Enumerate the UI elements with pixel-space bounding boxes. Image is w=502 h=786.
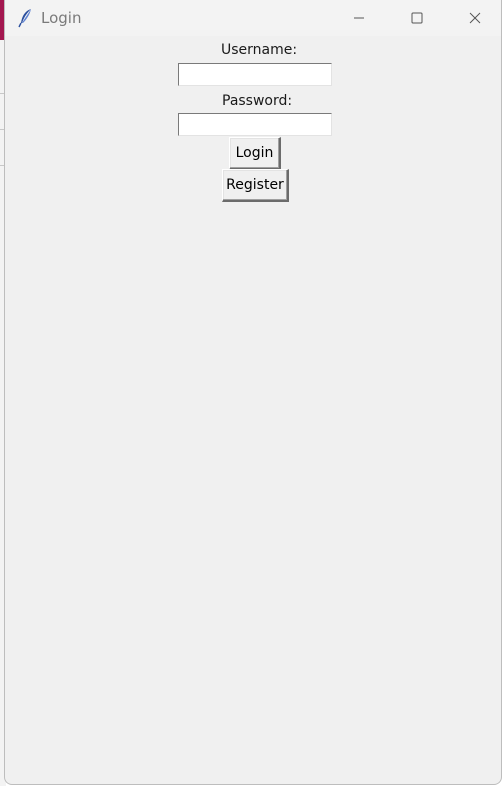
window-title: Login xyxy=(41,9,82,27)
feather-icon xyxy=(18,8,34,28)
password-input[interactable] xyxy=(178,113,332,136)
close-icon xyxy=(469,12,481,24)
title-bar[interactable]: Login xyxy=(5,0,501,36)
username-input[interactable] xyxy=(178,63,332,86)
maximize-button[interactable] xyxy=(389,0,445,36)
close-button[interactable] xyxy=(447,0,501,36)
minimize-icon xyxy=(353,12,365,24)
password-label: Password: xyxy=(222,93,293,109)
register-button[interactable]: Register xyxy=(222,169,289,202)
username-label: Username: xyxy=(221,42,298,58)
login-window: Login Username: Password: Login Register xyxy=(4,0,502,785)
maximize-icon xyxy=(411,12,423,24)
minimize-button[interactable] xyxy=(331,0,387,36)
login-button[interactable]: Login xyxy=(229,137,281,170)
